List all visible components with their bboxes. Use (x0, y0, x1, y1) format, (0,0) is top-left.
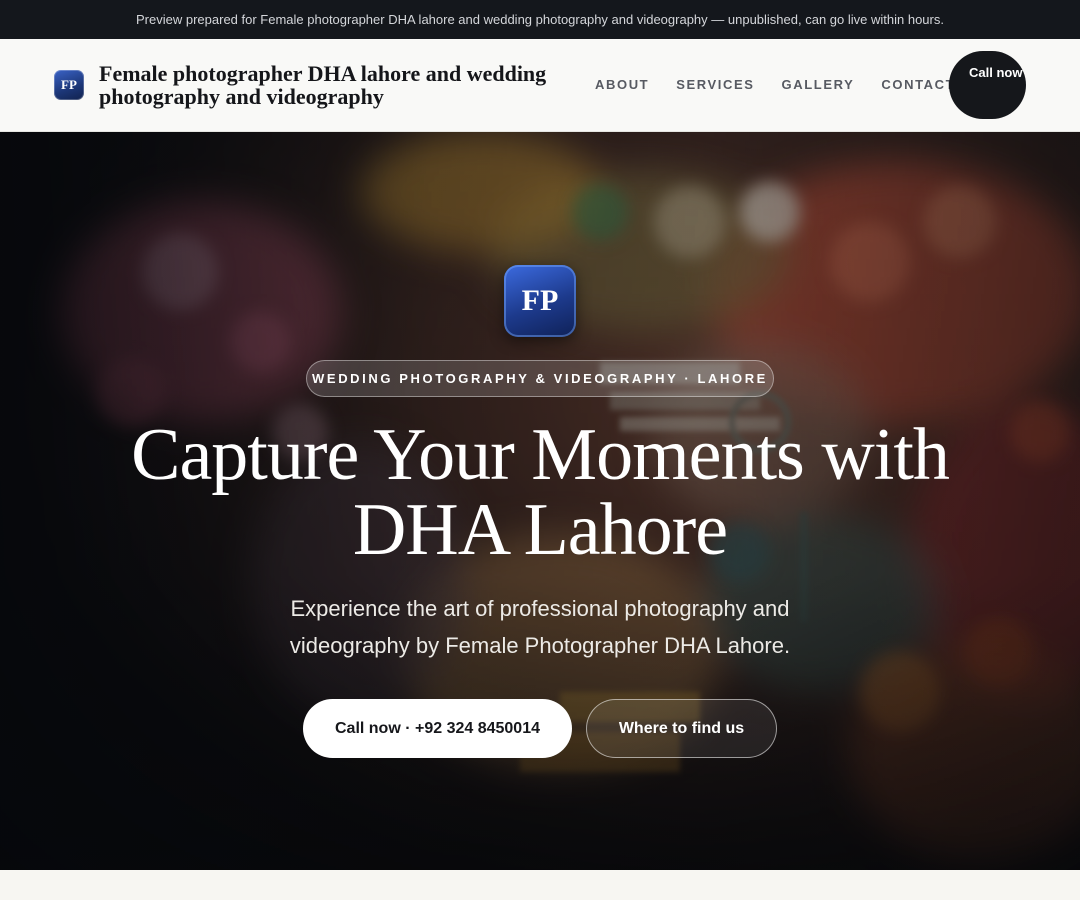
call-now-button[interactable]: Call now · +92 324 8450014 (303, 699, 572, 758)
preview-banner-text: Preview prepared for Female photographer… (136, 12, 944, 27)
preview-banner: Preview prepared for Female photographer… (0, 0, 1080, 39)
brand-logo[interactable]: FP (54, 70, 84, 100)
hero-tagline-badge: WEDDING PHOTOGRAPHY & VIDEOGRAPHY · LAHO… (306, 360, 774, 397)
nav-link-services[interactable]: SERVICES (676, 77, 754, 92)
next-section-edge (0, 870, 1080, 900)
brand-title[interactable]: Female photographer DHA lahore and weddi… (99, 62, 569, 108)
where-to-find-us-button[interactable]: Where to find us (586, 699, 777, 758)
hero-logo-badge: FP (504, 265, 576, 337)
nav-link-contact[interactable]: CONTACT (881, 77, 955, 92)
nav-link-gallery[interactable]: GALLERY (782, 77, 855, 92)
nav-link-about[interactable]: ABOUT (595, 77, 649, 92)
header-call-button[interactable]: Call now (949, 51, 1026, 119)
hero-headline: Capture Your Moments with DHA Lahore (131, 414, 950, 571)
main-nav: ABOUT SERVICES GALLERY CONTACT (595, 77, 955, 92)
site-header: FP Female photographer DHA lahore and we… (0, 39, 1080, 132)
hero-subheadline: Experience the art of professional photo… (289, 596, 791, 658)
hero-section: FP WEDDING PHOTOGRAPHY & VIDEOGRAPHY · L… (0, 132, 1080, 870)
